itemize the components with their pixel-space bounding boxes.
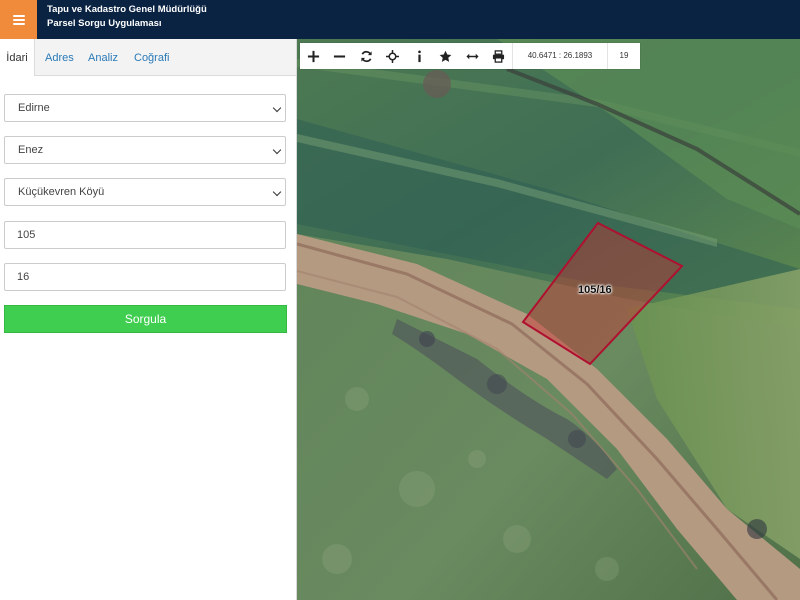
zoom-in-icon bbox=[307, 50, 319, 62]
district-value: Enez bbox=[18, 144, 44, 156]
parcel-value: 16 bbox=[17, 271, 30, 283]
app-title-line1: Tapu ve Kadastro Genel Müdürlüğü bbox=[47, 4, 207, 15]
refresh-icon bbox=[361, 50, 372, 62]
tab-analiz[interactable]: Analiz bbox=[88, 39, 118, 75]
query-panel: İdari Adres Analiz Coğrafi Edirne Enez K… bbox=[0, 39, 297, 600]
map-toolbar: 40.6471 : 26.1893 19 bbox=[300, 43, 640, 69]
chevron-down-icon bbox=[272, 103, 282, 113]
block-value: 105 bbox=[17, 229, 36, 241]
neighborhood-value: Küçükevren Köyü bbox=[18, 186, 105, 198]
tab-cografi[interactable]: Coğrafi bbox=[134, 39, 169, 75]
print-button[interactable] bbox=[486, 43, 513, 69]
neighborhood-select[interactable]: Küçükevren Köyü bbox=[4, 178, 286, 206]
top-bar: Tapu ve Kadastro Genel Müdürlüğü Parsel … bbox=[0, 0, 800, 39]
menu-button[interactable] bbox=[0, 0, 37, 39]
favorite-icon bbox=[439, 50, 452, 62]
hamburger-icon bbox=[12, 13, 25, 27]
info-icon bbox=[417, 50, 421, 62]
parcel-input[interactable]: 16 bbox=[4, 263, 286, 291]
province-select[interactable]: Edirne bbox=[4, 94, 286, 122]
locate-button[interactable] bbox=[380, 43, 407, 69]
tab-adres[interactable]: Adres bbox=[45, 39, 74, 75]
coordinate-readout: 40.6471 : 26.1893 bbox=[512, 43, 607, 69]
chevron-down-icon bbox=[272, 187, 282, 197]
parcel-label: 105/16 bbox=[578, 284, 612, 296]
block-input[interactable]: 105 bbox=[4, 221, 286, 249]
app-title: Tapu ve Kadastro Genel Müdürlüğü Parsel … bbox=[47, 3, 207, 31]
zoom-out-icon bbox=[334, 54, 346, 58]
chevron-down-icon bbox=[272, 145, 282, 155]
map-view[interactable]: 105/16 40.6471 : 26.1893 19 bbox=[297, 39, 800, 600]
locate-icon bbox=[386, 49, 400, 63]
zoom-in-button[interactable] bbox=[300, 43, 327, 69]
satellite-imagery bbox=[297, 39, 800, 600]
tab-bar: İdari Adres Analiz Coğrafi bbox=[0, 39, 296, 76]
refresh-button[interactable] bbox=[353, 43, 380, 69]
app-title-line2: Parsel Sorgu Uygulaması bbox=[47, 18, 162, 29]
district-select[interactable]: Enez bbox=[4, 136, 286, 164]
measure-button[interactable] bbox=[459, 43, 486, 69]
query-button[interactable]: Sorgula bbox=[4, 305, 287, 333]
measure-icon bbox=[466, 53, 479, 59]
info-button[interactable] bbox=[406, 43, 433, 69]
province-value: Edirne bbox=[18, 102, 50, 114]
print-icon bbox=[493, 49, 505, 63]
tab-idari[interactable]: İdari bbox=[0, 39, 35, 76]
zoom-level: 19 bbox=[607, 43, 640, 69]
favorite-button[interactable] bbox=[433, 43, 460, 69]
zoom-out-button[interactable] bbox=[327, 43, 354, 69]
